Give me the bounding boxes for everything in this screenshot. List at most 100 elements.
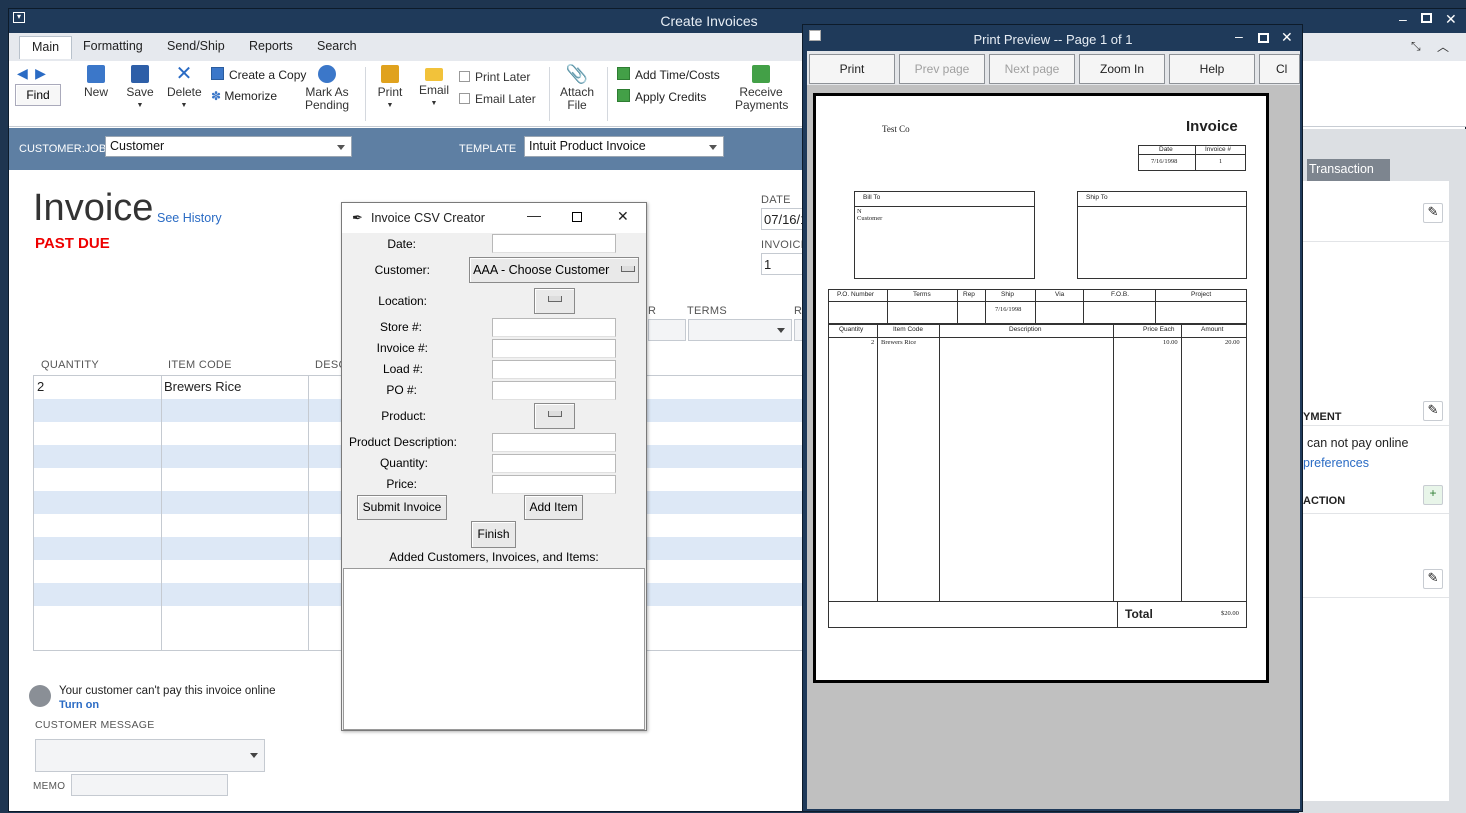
next-page-button[interactable]: Next page: [989, 54, 1075, 84]
invoice-input[interactable]: [492, 339, 616, 358]
tab-main[interactable]: Main: [19, 36, 73, 59]
memo-label: MEMO: [33, 781, 66, 792]
row-quantity: 2: [37, 379, 45, 394]
quantity-input[interactable]: [492, 454, 616, 473]
po-field[interactable]: [648, 319, 686, 341]
find-button[interactable]: Find: [15, 84, 61, 106]
save-button[interactable]: Save ▼: [125, 65, 155, 112]
checkbox-icon: [459, 93, 470, 104]
attach-file-button[interactable]: 📎 Attach File: [559, 65, 595, 112]
finish-button[interactable]: Finish: [471, 521, 516, 548]
receive-payments-button[interactable]: Receive Payments: [735, 65, 788, 112]
new-button[interactable]: New: [81, 65, 111, 99]
tab-transaction[interactable]: Transaction: [1307, 159, 1390, 181]
minimize-icon[interactable]: –: [1399, 11, 1407, 27]
date-field[interactable]: 07/16/1: [761, 208, 807, 230]
added-items-listbox[interactable]: [343, 568, 645, 730]
maximize-icon[interactable]: [1421, 13, 1432, 23]
preferences-link[interactable]: preferences: [1303, 456, 1369, 470]
chevron-down-icon: [777, 328, 785, 333]
maximize-icon[interactable]: [1258, 33, 1269, 43]
close-icon[interactable]: ✕: [1281, 29, 1293, 46]
email-button[interactable]: Email ▼: [417, 65, 451, 110]
invoice-number-field[interactable]: 1: [761, 253, 805, 275]
money-icon: [752, 65, 770, 83]
via-header: Via: [1055, 291, 1065, 298]
date-input[interactable]: [492, 234, 616, 253]
terms-dropdown[interactable]: [688, 319, 792, 341]
memo-field[interactable]: [71, 774, 228, 796]
edit-pencil-icon[interactable]: ✎: [1423, 401, 1443, 421]
collapse-arrows-icon[interactable]: ⤡: [1411, 39, 1421, 54]
terms-label: TERMS: [687, 305, 727, 317]
submit-invoice-button[interactable]: Submit Invoice: [357, 495, 447, 520]
product-description-input[interactable]: [492, 433, 616, 452]
maximize-icon[interactable]: [572, 212, 582, 222]
print-button[interactable]: Print ▼: [375, 65, 405, 112]
col-quantity: QUANTITY: [41, 359, 100, 371]
tab-reports[interactable]: Reports: [249, 39, 293, 53]
customer-job-dropdown[interactable]: Customer: [105, 136, 352, 157]
date-invoice-box: Date Invoice # 7/16/1998 1: [1138, 145, 1246, 171]
create-copy-button[interactable]: Create a Copy: [211, 67, 306, 82]
arrow-right-icon[interactable]: ▶: [35, 65, 46, 81]
tab-formatting[interactable]: Formatting: [83, 39, 143, 53]
po-input[interactable]: [492, 381, 616, 400]
template-value: Intuit Product Invoice: [529, 139, 646, 153]
template-dropdown[interactable]: Intuit Product Invoice: [524, 136, 724, 157]
price-input[interactable]: [492, 475, 616, 494]
product-option-menu[interactable]: [534, 403, 575, 429]
store-input[interactable]: [492, 318, 616, 337]
bill-to-header: Bill To: [863, 194, 881, 201]
customer-message-dropdown[interactable]: [35, 739, 265, 772]
email-label: Email: [418, 83, 449, 97]
help-button[interactable]: Help: [1169, 54, 1255, 84]
divider: [1299, 597, 1449, 598]
preview-button-bar: Print Prev page Next page Zoom In Help C…: [807, 51, 1300, 85]
memorize-button[interactable]: ✽ Memorize: [211, 89, 277, 103]
apply-credits-button[interactable]: Apply Credits: [617, 89, 706, 104]
close-icon[interactable]: ✕: [617, 208, 629, 225]
minimize-icon[interactable]: —: [527, 207, 541, 223]
ship-to-box: Ship To: [1077, 191, 1247, 279]
close-button[interactable]: Cl: [1259, 54, 1300, 84]
delete-button[interactable]: ✕ Delete ▼: [167, 64, 202, 112]
envelope-icon: [425, 68, 443, 81]
receive-label-1: Receive: [739, 85, 783, 99]
customer-option-value: AAA - Choose Customer: [473, 263, 610, 277]
invoice-title: Invoice: [33, 187, 154, 229]
feather-icon: ✒: [352, 210, 363, 225]
zoom-in-button[interactable]: Zoom In: [1079, 54, 1165, 84]
invoice-number-header: Invoice #: [1205, 146, 1232, 153]
close-icon[interactable]: ✕: [1445, 11, 1457, 28]
print-button[interactable]: Print: [809, 54, 895, 84]
edit-pencil-icon[interactable]: ✎: [1423, 203, 1443, 223]
customer-option-menu[interactable]: AAA - Choose Customer: [469, 257, 639, 283]
tab-send-ship[interactable]: Send/Ship: [167, 39, 225, 53]
price-label: Price:: [386, 477, 417, 491]
add-time-costs-button[interactable]: Add Time/Costs: [617, 67, 720, 82]
col-item-code: ITEM CODE: [168, 359, 232, 371]
turn-on-link[interactable]: Turn on: [59, 699, 99, 711]
print-later-checkbox[interactable]: Print Later: [459, 70, 530, 84]
tab-search[interactable]: Search: [317, 39, 357, 53]
email-later-checkbox[interactable]: Email Later: [459, 92, 536, 106]
see-history-link[interactable]: See History: [157, 211, 222, 225]
bill-to-box: Bill To N Customer: [854, 191, 1035, 279]
add-item-button[interactable]: Add Item: [524, 495, 583, 520]
bill-to-line-1: N: [857, 208, 862, 215]
attach-label-2: File: [567, 98, 587, 112]
prev-page-button[interactable]: Prev page: [899, 54, 985, 84]
location-option-menu[interactable]: [534, 288, 575, 314]
arrow-left-icon[interactable]: ◀: [17, 65, 28, 81]
divider: [1299, 425, 1449, 426]
add-note-icon[interactable]: +: [1423, 485, 1443, 505]
date-label: DATE: [761, 194, 791, 206]
delete-label: Delete: [167, 85, 202, 99]
chevron-up-icon[interactable]: ︿: [1437, 38, 1449, 55]
edit-pencil-icon[interactable]: ✎: [1423, 569, 1443, 589]
cannot-pay-text: can not pay online: [1307, 436, 1409, 450]
minimize-icon[interactable]: –: [1235, 28, 1243, 44]
mark-pending-button[interactable]: Mark As Pending: [305, 65, 349, 112]
load-input[interactable]: [492, 360, 616, 379]
